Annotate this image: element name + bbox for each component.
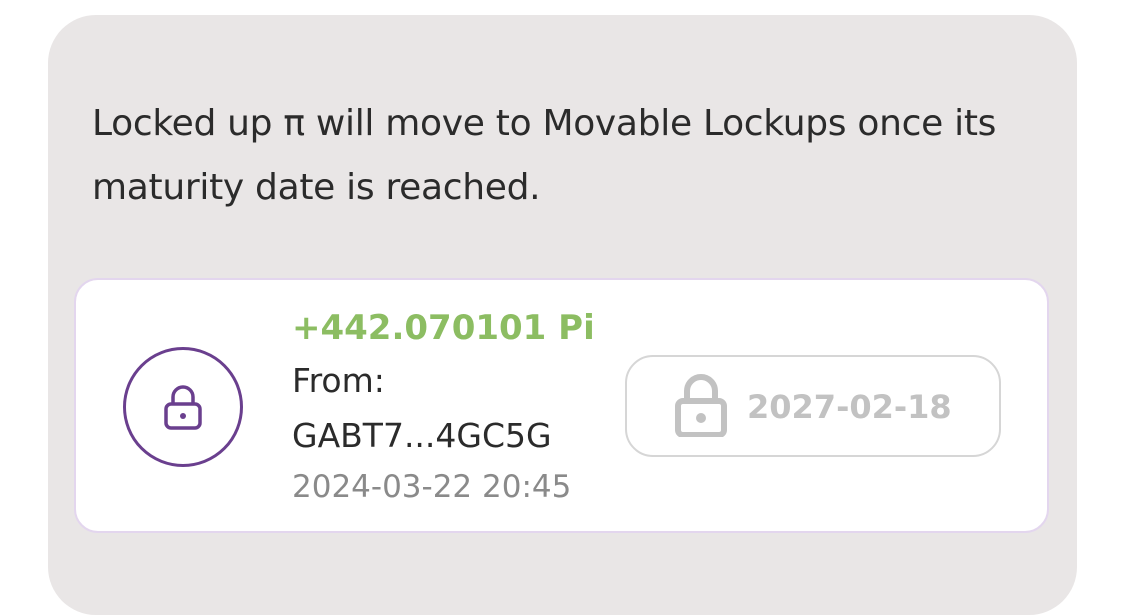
lock-icon — [675, 374, 727, 437]
lockup-amount: +442.070101 Pi — [292, 308, 595, 348]
from-label: From: — [292, 361, 385, 400]
lockup-timestamp: 2024-03-22 20:45 — [292, 469, 572, 505]
from-address: GABT7...4GC5G — [292, 416, 552, 455]
lock-badge — [123, 347, 243, 467]
lock-icon — [164, 385, 202, 430]
maturity-date-badge: 2027-02-18 — [625, 355, 1001, 457]
maturity-date: 2027-02-18 — [747, 388, 952, 426]
lockup-info-text: Locked up π will move to Movable Lockups… — [92, 103, 997, 208]
